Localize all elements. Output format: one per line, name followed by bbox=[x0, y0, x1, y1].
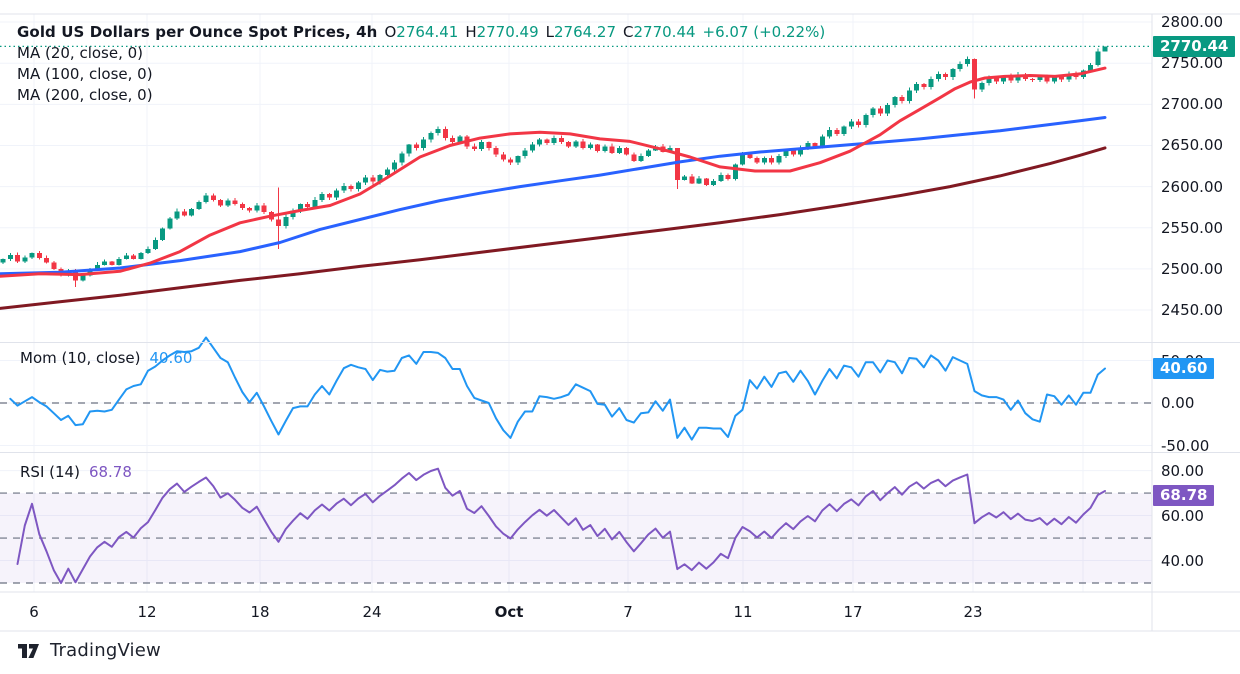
tradingview-logo-icon bbox=[18, 643, 42, 659]
legend: Gold US Dollars per Ounce Spot Prices, 4… bbox=[17, 23, 825, 107]
legend-ma100-row[interactable]: MA (100, close, 0) bbox=[17, 65, 825, 83]
last-price-badge: 2770.44 bbox=[1153, 36, 1235, 57]
ohlc-close: C2770.44 bbox=[623, 23, 696, 41]
momentum-legend[interactable]: Mom (10, close) 40.60 bbox=[20, 349, 192, 367]
time-tick-17: 17 bbox=[843, 603, 862, 621]
time-tick-6: 6 bbox=[29, 603, 39, 621]
rsi-pane[interactable] bbox=[0, 453, 1152, 592]
momentum-indicator-name: Mom (10, close) bbox=[20, 349, 140, 367]
price-tick-2750.00: 2750.00 bbox=[1161, 54, 1223, 72]
rsi-value: 68.78 bbox=[89, 463, 132, 481]
momentum-value: 40.60 bbox=[149, 349, 192, 367]
rsi-tick-40.00: 40.00 bbox=[1161, 552, 1204, 570]
price-tick-2450.00: 2450.00 bbox=[1161, 301, 1223, 319]
time-tick-24: 24 bbox=[362, 603, 381, 621]
legend-ma200-row[interactable]: MA (200, close, 0) bbox=[17, 86, 825, 104]
legend-symbol-row[interactable]: Gold US Dollars per Ounce Spot Prices, 4… bbox=[17, 23, 825, 41]
ohlc-high: H2770.49 bbox=[465, 23, 538, 41]
time-tick-11: 11 bbox=[733, 603, 752, 621]
rsi-legend[interactable]: RSI (14) 68.78 bbox=[20, 463, 132, 481]
time-tick-18: 18 bbox=[250, 603, 269, 621]
tradingview-attribution[interactable]: TradingView bbox=[18, 640, 161, 661]
time-tick-23: 23 bbox=[963, 603, 982, 621]
ma200-label: MA (200, close, 0) bbox=[17, 86, 153, 104]
rsi-indicator-name: RSI (14) bbox=[20, 463, 80, 481]
ma100-label: MA (100, close, 0) bbox=[17, 65, 153, 83]
price-axis[interactable]: 2800.00 2750.00 2700.00 2650.00 2600.00 2550.… bbox=[1152, 0, 1240, 631]
price-tick-2650.00: 2650.00 bbox=[1161, 136, 1223, 154]
price-tick-2700.00: 2700.00 bbox=[1161, 95, 1223, 113]
price-tick-2600.00: 2600.00 bbox=[1161, 178, 1223, 196]
time-tick-7: 7 bbox=[623, 603, 633, 621]
ohlc-low: L2764.27 bbox=[546, 23, 616, 41]
rsi-tick-60.00: 60.00 bbox=[1161, 507, 1204, 525]
price-change: +6.07 (+0.22%) bbox=[703, 23, 826, 41]
tradingview-brand-text: TradingView bbox=[50, 640, 161, 661]
rsi-tick-80.00: 80.00 bbox=[1161, 462, 1204, 480]
ohlc-open: O2764.41 bbox=[384, 23, 458, 41]
time-tick-Oct: Oct bbox=[495, 603, 524, 621]
symbol-title: Gold US Dollars per Ounce Spot Prices, 4… bbox=[17, 23, 377, 41]
price-tick-2500.00: 2500.00 bbox=[1161, 260, 1223, 278]
price-tick-2800.00: 2800.00 bbox=[1161, 13, 1223, 31]
time-axis[interactable]: 6 12 18 24 Oct 7 11 17 23 bbox=[0, 592, 1152, 631]
momentum-tick-0.00: 0.00 bbox=[1161, 394, 1194, 412]
momentum-badge: 40.60 bbox=[1153, 358, 1214, 379]
ma20-label: MA (20, close, 0) bbox=[17, 44, 143, 62]
time-tick-12: 12 bbox=[137, 603, 156, 621]
momentum-tick--50.00: -50.00 bbox=[1161, 437, 1209, 455]
rsi-badge: 68.78 bbox=[1153, 485, 1214, 506]
price-tick-2550.00: 2550.00 bbox=[1161, 219, 1223, 237]
tradingview-chart-window: Gold US Dollars per Ounce Spot Prices, 4… bbox=[0, 0, 1240, 674]
legend-ma20-row[interactable]: MA (20, close, 0) bbox=[17, 44, 825, 62]
